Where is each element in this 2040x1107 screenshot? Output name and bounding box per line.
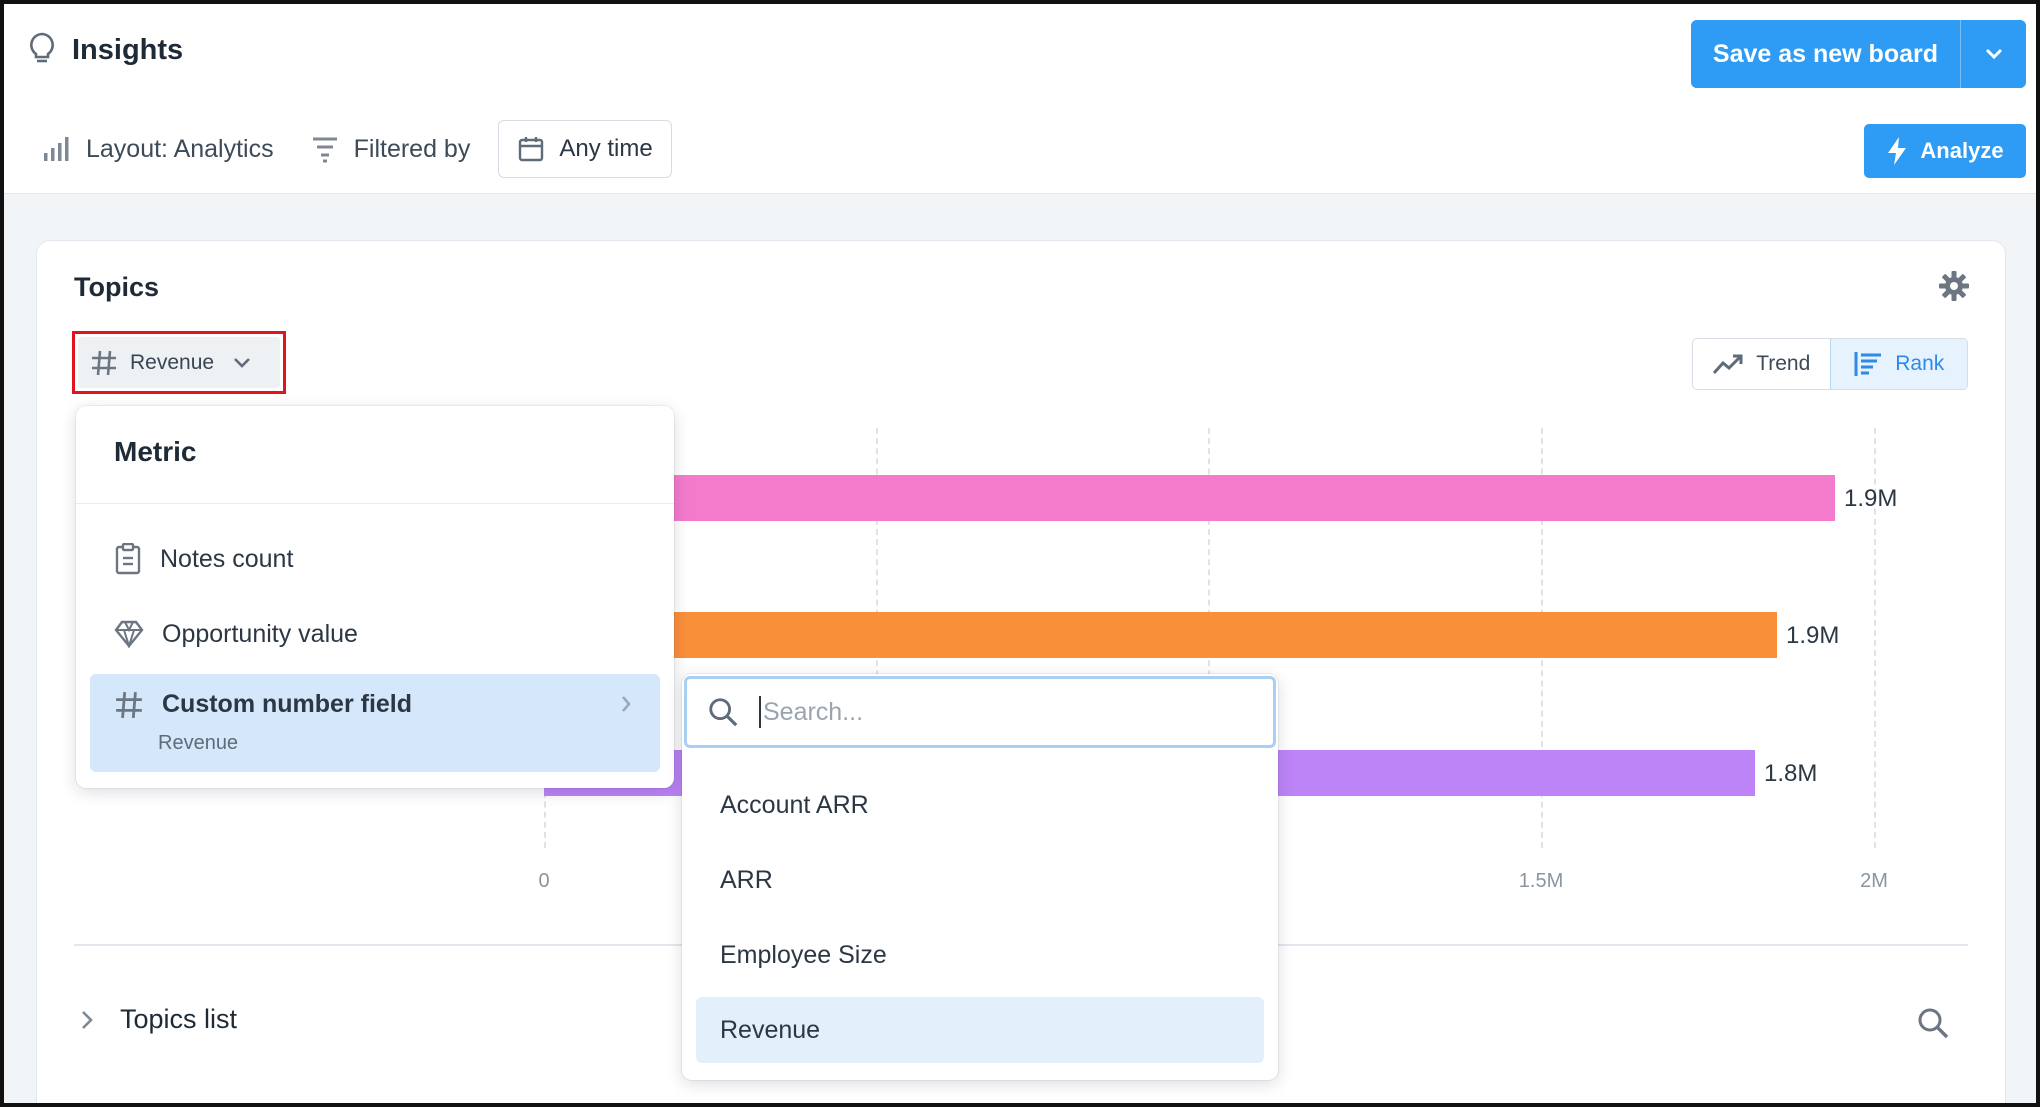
filter-button[interactable]: Filtered by: [310, 134, 471, 164]
filter-icon: [312, 137, 337, 163]
header: Insights Save as new board Layout: Analy…: [4, 4, 2036, 194]
rank-label: Rank: [1895, 352, 1945, 375]
field-menu: Account ARR ARR Employee Size Revenue: [682, 674, 1278, 1080]
metric-item-opportunity-value[interactable]: Opportunity value: [90, 609, 660, 659]
toolbar: Layout: Analytics Filtered by Any time: [42, 120, 672, 178]
app-window: Insights Save as new board Layout: Analy…: [0, 0, 2040, 1107]
field-search: [684, 676, 1276, 748]
field-item-account-arr[interactable]: Account ARR: [696, 772, 1264, 838]
view-toggle: Trend Rank: [1692, 338, 1968, 390]
lightning-icon: [1888, 137, 1907, 165]
chevron-right-icon: [622, 696, 631, 712]
chevron-right-icon: [82, 1010, 93, 1029]
divider: [76, 503, 674, 504]
page-title: Insights: [72, 34, 184, 66]
gear-icon: [1939, 271, 1969, 301]
hash-icon: [92, 350, 116, 375]
settings-button[interactable]: [1938, 270, 1970, 307]
rank-icon: [1854, 352, 1882, 376]
metric-item-label: Custom number field: [162, 690, 413, 718]
time-filter-label: Any time: [559, 135, 653, 162]
text-cursor: [759, 696, 761, 728]
topics-list-toggle[interactable]: Topics list: [80, 1004, 237, 1035]
lightbulb-icon: [28, 32, 56, 69]
field-search-input[interactable]: [763, 697, 1223, 727]
search-icon: [1918, 1008, 1949, 1039]
field-item-employee-size[interactable]: Employee Size: [696, 922, 1264, 988]
metric-item-notes-count[interactable]: Notes count: [90, 534, 660, 584]
metric-menu: Metric Notes count Opportunity value Cus…: [76, 406, 674, 788]
chevron-down-icon: [234, 357, 250, 368]
page-title-row: Insights: [28, 32, 183, 69]
layout-label: Layout: Analytics: [86, 134, 274, 163]
clipboard-icon: [115, 543, 141, 575]
trend-toggle[interactable]: Trend: [1693, 339, 1830, 389]
field-item-arr[interactable]: ARR: [696, 847, 1264, 913]
card-title: Topics: [74, 272, 160, 302]
layout-selector[interactable]: Layout: Analytics: [42, 135, 274, 164]
topics-search-button[interactable]: [1916, 1006, 1950, 1045]
x-tick-label: 1.5M: [1518, 870, 1564, 892]
x-tick-label: 0: [538, 870, 550, 892]
bar-chart-icon: [44, 137, 69, 161]
calendar-icon: [519, 137, 544, 162]
metric-item-label: Notes count: [160, 544, 294, 573]
bar-2[interactable]: [544, 612, 1777, 658]
time-filter-button[interactable]: Any time: [498, 120, 672, 178]
metric-selector-label: Revenue: [130, 350, 215, 374]
search-icon: [709, 698, 738, 727]
field-item-revenue[interactable]: Revenue: [696, 997, 1264, 1063]
save-board-group: Save as new board: [1690, 20, 2026, 88]
bar-1[interactable]: [544, 475, 1835, 521]
metric-item-label: Opportunity value: [162, 619, 358, 648]
analyze-label: Analyze: [1920, 138, 2004, 163]
metric-selector-inner: Revenue: [78, 337, 280, 388]
topics-list-label: Topics list: [120, 1004, 238, 1034]
analyze-button[interactable]: Analyze: [1864, 124, 2026, 178]
bar-2-value: 1.9M: [1786, 622, 1840, 649]
bar-1-value: 1.9M: [1844, 485, 1898, 512]
save-options-button[interactable]: [1960, 20, 2026, 88]
save-as-new-board-button[interactable]: Save as new board: [1690, 20, 1960, 88]
filter-label: Filtered by: [353, 134, 471, 163]
bar-3-value: 1.8M: [1764, 760, 1818, 787]
metric-selector[interactable]: Revenue: [72, 331, 286, 394]
diamond-icon: [114, 620, 144, 648]
rank-toggle[interactable]: Rank: [1829, 339, 1967, 389]
trend-label: Trend: [1756, 352, 1811, 375]
metric-item-custom-number-field[interactable]: Custom number field Revenue: [90, 674, 660, 772]
metric-menu-heading: Metric: [114, 436, 197, 467]
chevron-down-icon: [1985, 48, 2002, 60]
x-tick-label: 2M: [1860, 870, 1888, 892]
hash-icon: [116, 692, 142, 718]
metric-item-sublabel: Revenue: [158, 732, 239, 754]
trend-icon: [1713, 354, 1743, 375]
